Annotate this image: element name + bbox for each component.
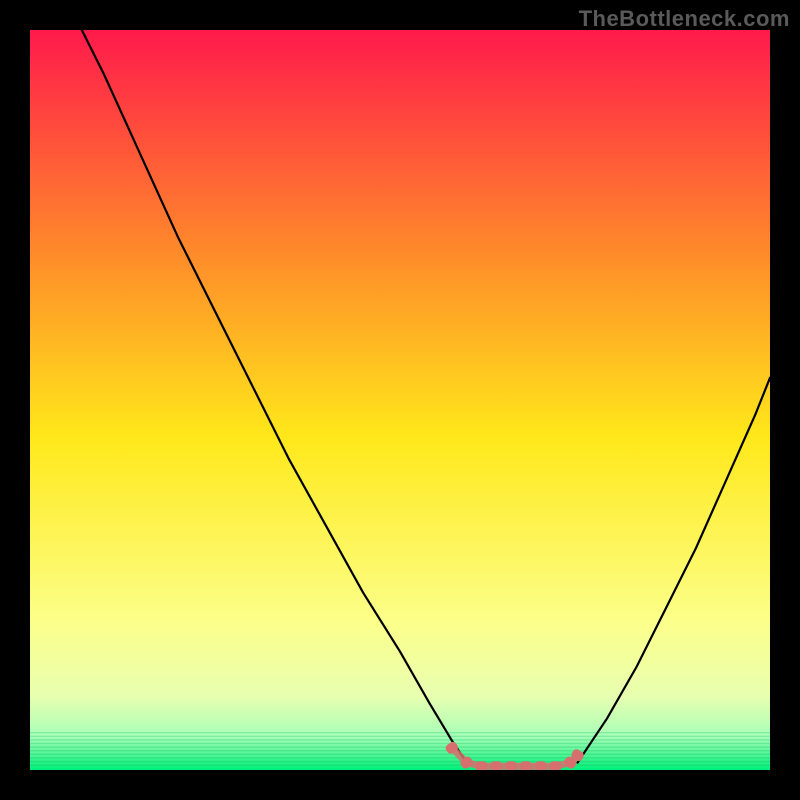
watermark-text: TheBottleneck.com	[579, 6, 790, 32]
chart-svg	[30, 30, 770, 770]
gradient-background	[30, 30, 770, 770]
chart-container: TheBottleneck.com	[0, 0, 800, 800]
bottleneck-plot	[30, 30, 770, 770]
